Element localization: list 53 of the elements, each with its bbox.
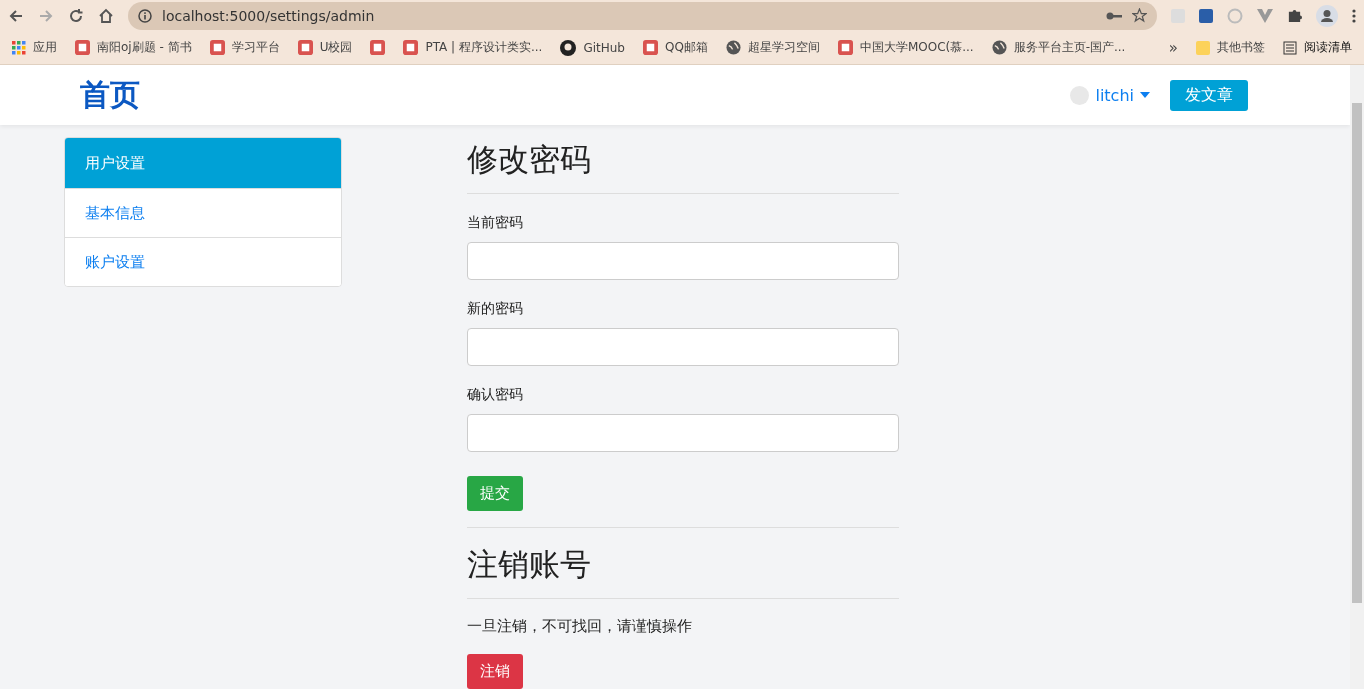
- site-icon: [75, 40, 90, 55]
- sidebar-heading: 用户设置: [65, 138, 341, 188]
- site-icon: [403, 40, 419, 55]
- bookmark-link[interactable]: QQ邮箱: [665, 39, 708, 56]
- bookmark-link[interactable]: 应用: [33, 39, 57, 56]
- bookmark-link[interactable]: 服务平台主页-国产...: [1013, 39, 1126, 56]
- url-text: localhost:5000/settings/admin: [162, 7, 376, 24]
- bookmark-link[interactable]: 南阳oj刷题 - 简书: [97, 39, 192, 56]
- brand-link[interactable]: 首页: [80, 74, 140, 116]
- list-icon: [1283, 40, 1297, 55]
- key-icon[interactable]: [1106, 10, 1122, 21]
- site-icon: [209, 40, 225, 55]
- field-label: 确认密码: [467, 386, 524, 404]
- folder-icon: [1196, 40, 1210, 55]
- reading-list-link[interactable]: 阅读清单: [1304, 39, 1352, 56]
- reload-icon[interactable]: [68, 7, 84, 24]
- section-heading: 注销账号: [467, 542, 899, 599]
- bookmark-link[interactable]: 学习平台: [231, 39, 280, 56]
- globe-icon: [991, 40, 1007, 55]
- profile-icon[interactable]: [1316, 4, 1338, 27]
- apps-grid-icon: [12, 40, 26, 55]
- password-field[interactable]: [467, 328, 899, 366]
- password-field[interactable]: [467, 414, 899, 452]
- globe-icon: [725, 40, 741, 55]
- info-icon: [138, 8, 152, 23]
- puzzle-icon[interactable]: [1287, 8, 1302, 23]
- site-icon: [837, 40, 853, 55]
- address-bar[interactable]: localhost:5000/settings/admin: [128, 1, 1157, 30]
- field-label: 当前密码: [467, 214, 524, 232]
- bookmark-link[interactable]: PTA | 程序设计类实...: [425, 39, 543, 56]
- bookmark-link[interactable]: 中国大学MOOC(慕...: [859, 39, 974, 56]
- bookmark-link[interactable]: U校园: [319, 39, 353, 56]
- bookmark-folder[interactable]: 其他书签: [1217, 39, 1265, 56]
- scrollbar-thumb[interactable]: [1352, 103, 1362, 603]
- star-icon[interactable]: [1132, 8, 1147, 23]
- user-menu[interactable]: litchi: [1070, 85, 1150, 105]
- caret-icon: [1140, 92, 1150, 98]
- password-field[interactable]: [467, 242, 899, 280]
- home-icon[interactable]: [98, 7, 114, 24]
- site-icon: [643, 40, 658, 55]
- extension-icon[interactable]: [1199, 8, 1213, 23]
- warning-text: 一旦注销，不可找回，请谨慎操作: [467, 617, 693, 636]
- bookmark-link[interactable]: GitHub: [583, 40, 625, 55]
- more-bookmarks-button[interactable]: »: [1168, 38, 1178, 57]
- field-label: 新的密码: [467, 300, 524, 318]
- menu-icon[interactable]: [1352, 8, 1356, 23]
- site-icon: [297, 40, 313, 55]
- back-arrow-icon[interactable]: [8, 7, 24, 24]
- sidebar-item[interactable]: 账户设置: [65, 237, 341, 286]
- section-heading: 修改密码: [467, 137, 899, 194]
- delete-account-button[interactable]: 注销: [467, 654, 523, 689]
- site-icon: [370, 40, 386, 55]
- bookmark-link[interactable]: 超星学习空间: [747, 39, 820, 56]
